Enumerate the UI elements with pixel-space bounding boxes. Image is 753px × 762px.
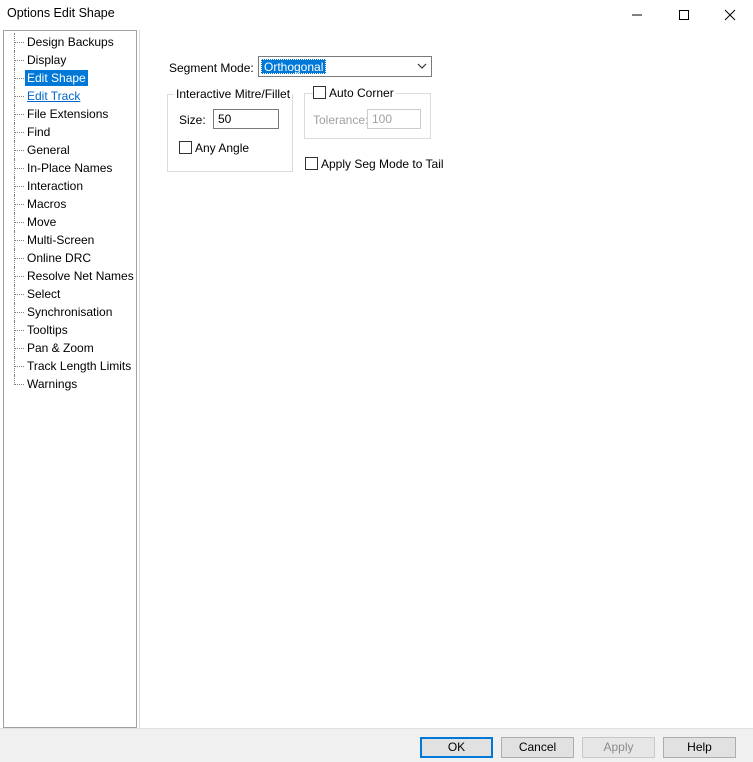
mitre-fillet-group: [167, 94, 293, 172]
tree-item[interactable]: Macros: [4, 195, 136, 213]
tree-item-label: Move: [27, 215, 57, 229]
help-button[interactable]: Help: [663, 737, 736, 758]
tree-item-label: Resolve Net Names: [27, 269, 134, 283]
segment-mode-value: Orthogonal: [261, 59, 327, 74]
maximize-icon: [679, 9, 689, 20]
options-tree[interactable]: Design Backups Display Edit Shape Edit Trac…: [3, 30, 137, 728]
tree-item[interactable]: Find: [4, 123, 136, 141]
tree-item[interactable]: Warnings: [4, 375, 136, 393]
tree-item-label: Tooltips: [27, 323, 68, 337]
size-input[interactable]: 50: [213, 109, 279, 129]
button-bar: OK Cancel Apply Help: [0, 728, 753, 762]
tree-item[interactable]: Edit Shape: [4, 69, 136, 87]
tree-item-label: Edit Shape: [25, 70, 88, 86]
apply-seg-mode-checkbox[interactable]: [305, 157, 318, 170]
cancel-button[interactable]: Cancel: [501, 737, 574, 758]
tree-item-label: Multi-Screen: [27, 233, 95, 247]
tree-item[interactable]: Interaction: [4, 177, 136, 195]
tree-item-label: Synchronisation: [27, 305, 113, 319]
tree-item[interactable]: Design Backups: [4, 33, 136, 51]
tree-item-label: Edit Track: [27, 89, 81, 103]
tree-item-label: General: [27, 143, 70, 157]
tree-item[interactable]: Select: [4, 285, 136, 303]
tree-item[interactable]: Multi-Screen: [4, 231, 136, 249]
tree-item[interactable]: Tooltips: [4, 321, 136, 339]
tree-item-label: Track Length Limits: [27, 359, 132, 373]
tree-item-label: File Extensions: [27, 107, 109, 121]
tree-item[interactable]: Display: [4, 51, 136, 69]
tree-item-label: Design Backups: [27, 35, 114, 49]
auto-corner-label: Auto Corner: [327, 86, 396, 100]
any-angle-label: Any Angle: [195, 141, 250, 155]
tree-item-label: Online DRC: [27, 251, 92, 265]
tree-item[interactable]: Move: [4, 213, 136, 231]
segment-mode-select[interactable]: Orthogonal: [258, 56, 432, 77]
tree-item-label: Warnings: [27, 377, 78, 391]
ok-button[interactable]: OK: [420, 737, 493, 758]
panel-divider: [139, 30, 140, 728]
tree-item[interactable]: In-Place Names: [4, 159, 136, 177]
tree-item[interactable]: Online DRC: [4, 249, 136, 267]
tolerance-label: Tolerance:: [313, 113, 369, 127]
tree-item[interactable]: File Extensions: [4, 105, 136, 123]
apply-button: Apply: [582, 737, 655, 758]
close-icon: [724, 9, 736, 20]
tree-item-label: In-Place Names: [27, 161, 113, 175]
tree-item-label: Display: [27, 53, 67, 67]
minimize-icon: [632, 14, 642, 15]
tree-item[interactable]: Resolve Net Names: [4, 267, 136, 285]
maximize-button[interactable]: [661, 0, 707, 29]
size-label: Size:: [179, 113, 206, 127]
window-title: Options Edit Shape: [7, 6, 115, 20]
tree-item-label: Interaction: [27, 179, 84, 193]
tree-item[interactable]: Synchronisation: [4, 303, 136, 321]
tree-item[interactable]: Edit Track: [4, 87, 136, 105]
any-angle-checkbox[interactable]: [179, 141, 192, 154]
minimize-button[interactable]: [614, 0, 660, 29]
tree-item-label: Pan & Zoom: [27, 341, 94, 355]
title-bar: Options Edit Shape: [0, 0, 753, 29]
segment-mode-label: Segment Mode:: [169, 61, 254, 75]
tree-item[interactable]: Pan & Zoom: [4, 339, 136, 357]
tree-item-label: Find: [27, 125, 51, 139]
tree-item-label: Macros: [27, 197, 67, 211]
auto-corner-checkbox[interactable]: [313, 86, 326, 99]
apply-seg-mode-label: Apply Seg Mode to Tail: [321, 157, 444, 171]
tree-item[interactable]: General: [4, 141, 136, 159]
close-button[interactable]: [707, 0, 753, 29]
chevron-down-icon: [417, 63, 427, 69]
mitre-fillet-title: Interactive Mitre/Fillet: [174, 87, 293, 101]
tolerance-input: 100: [367, 109, 421, 129]
tree-item-label: Select: [27, 287, 61, 301]
tree-item[interactable]: Track Length Limits: [4, 357, 136, 375]
